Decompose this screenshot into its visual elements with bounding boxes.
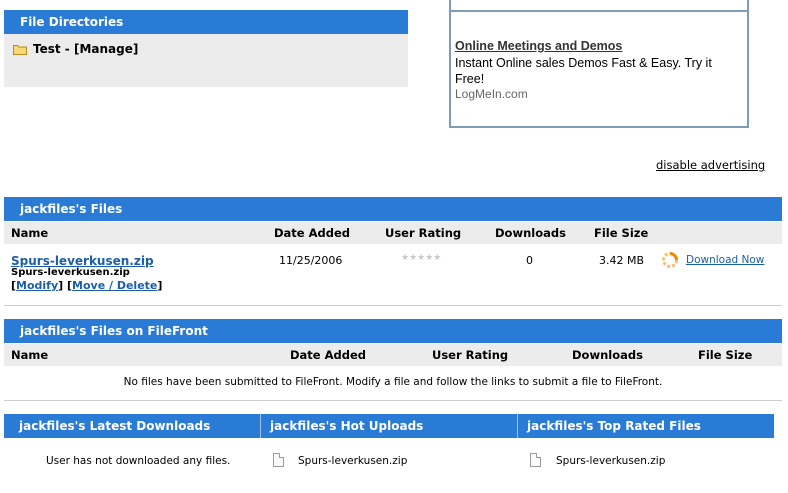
file-date: 11/25/2006 xyxy=(279,254,343,267)
modify-link[interactable]: Modify xyxy=(16,279,58,292)
latest-downloads-empty: User has not downloaded any files. xyxy=(46,455,231,467)
filefront-column-header-row: Name Date Added User Rating Downloads Fi… xyxy=(4,344,782,366)
col-file-size: File Size xyxy=(594,226,649,240)
col-file-size: File Size xyxy=(698,348,753,362)
col-name: Name xyxy=(11,226,49,240)
divider xyxy=(4,400,782,401)
col-date-added: Date Added xyxy=(290,348,367,362)
directory-name: Test - xyxy=(33,42,74,56)
ad-top-divider xyxy=(451,10,747,12)
manage-link[interactable]: [Manage] xyxy=(74,42,138,56)
files-column-header-row: Name Date Added User Rating Downloads Fi… xyxy=(4,222,782,244)
file-link[interactable]: Spurs-leverkusen.zip xyxy=(11,254,154,268)
file-subname: Spurs-leverkusen.zip xyxy=(11,267,130,278)
ad-box: Online Meetings and Demos Instant Online… xyxy=(449,0,749,128)
download-spinner-icon xyxy=(661,251,679,272)
bracket: ] [ xyxy=(58,279,73,292)
ad-text: Instant Online sales Demos Fast & Easy. … xyxy=(455,56,712,86)
file-icon xyxy=(273,453,284,467)
hot-uploads-header: jackfiles's Hot Uploads xyxy=(261,414,517,438)
latest-downloads-header: jackfiles's Latest Downloads xyxy=(4,414,260,438)
file-directories-panel: File Directories Test - [Manage] xyxy=(4,10,408,87)
col-user-rating: User Rating xyxy=(432,348,509,362)
disable-advertising-link[interactable]: disable advertising xyxy=(656,158,765,172)
folder-icon xyxy=(13,43,27,58)
top-rated-file[interactable]: Spurs-leverkusen.zip xyxy=(556,455,665,467)
col-date-added: Date Added xyxy=(274,226,351,240)
files-header: jackfiles's Files xyxy=(4,197,782,221)
move-delete-link[interactable]: Move / Delete xyxy=(72,279,157,292)
file-size: 3.42 MB xyxy=(599,254,645,267)
bracket: ] xyxy=(157,279,163,292)
col-downloads: Downloads xyxy=(572,348,643,362)
download-now-link[interactable]: Download Now xyxy=(686,254,764,266)
col-name: Name xyxy=(11,348,49,362)
file-directories-header: File Directories xyxy=(4,10,408,34)
hot-upload-file[interactable]: Spurs-leverkusen.zip xyxy=(298,455,407,467)
col-downloads: Downloads xyxy=(495,226,566,240)
divider xyxy=(4,305,782,306)
col-user-rating: User Rating xyxy=(385,226,462,240)
rating-stars[interactable]: ★★★★★ xyxy=(401,253,441,263)
list-item[interactable]: Spurs-leverkusen.zip xyxy=(530,453,665,467)
file-icon xyxy=(530,453,541,467)
list-item[interactable]: Spurs-leverkusen.zip xyxy=(273,453,407,467)
filefront-empty-message: No files have been submitted to FileFron… xyxy=(123,376,663,388)
filefront-header: jackfiles's Files on FileFront xyxy=(4,319,782,343)
ad-title[interactable]: Online Meetings and Demos xyxy=(455,39,622,53)
ad-source[interactable]: LogMeIn.com xyxy=(455,87,528,101)
file-actions: [Modify] [Move / Delete] xyxy=(11,279,162,292)
directory-item[interactable]: Test - [Manage] xyxy=(13,42,138,58)
table-row: Spurs-leverkusen.zip Spurs-leverkusen.zi… xyxy=(4,246,782,302)
file-downloads: 0 xyxy=(526,254,533,267)
top-rated-header: jackfiles's Top Rated Files xyxy=(518,414,774,438)
